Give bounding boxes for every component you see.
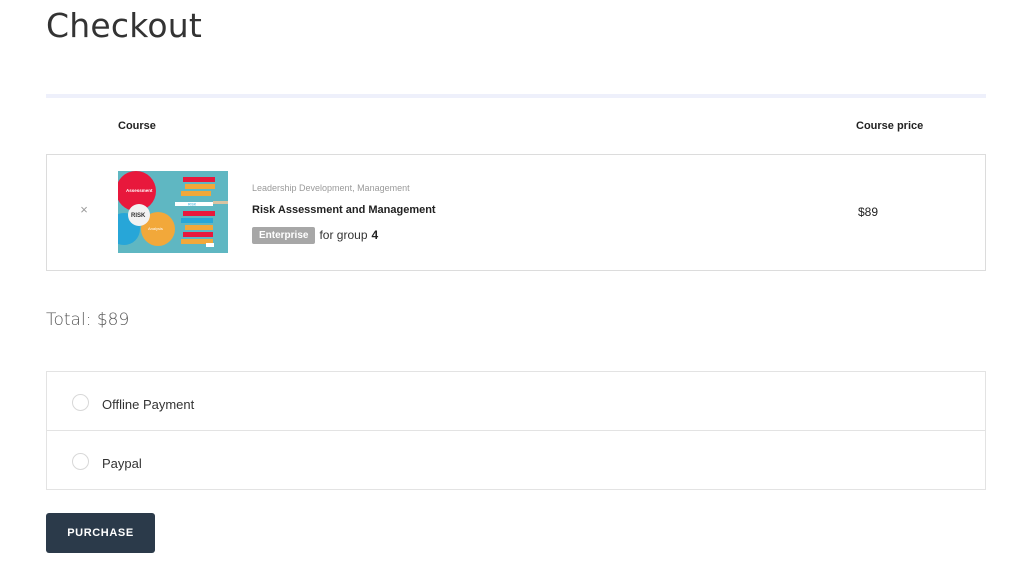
purchase-button[interactable]: PURCHASE <box>46 513 155 553</box>
offline-payment-radio[interactable] <box>72 394 89 411</box>
course-categories[interactable]: Leadership Development, Management <box>252 183 410 193</box>
payment-option-label: Offline Payment <box>102 397 195 412</box>
course-price: $89 <box>858 205 879 219</box>
payment-methods: Offline Payment Paypal <box>46 371 986 490</box>
svg-text:RISK: RISK <box>188 203 197 207</box>
risk-assessment-thumbnail-icon: Assessment Analysis RISK RISK <box>118 171 228 253</box>
paypal-radio[interactable] <box>72 453 89 470</box>
payment-option-paypal[interactable]: Paypal <box>47 431 985 489</box>
group-label: for group <box>319 228 368 242</box>
group-count: 4 <box>371 228 379 242</box>
svg-text:Assessment: Assessment <box>126 188 153 193</box>
payment-option-label: Paypal <box>102 456 142 471</box>
group-info: Enterprise for group 4 <box>252 226 378 244</box>
remove-item-icon[interactable]: × <box>77 202 91 218</box>
header-divider <box>46 94 986 98</box>
svg-text:RISK: RISK <box>131 213 146 219</box>
payment-option-offline[interactable]: Offline Payment <box>47 372 985 431</box>
column-header-course: Course <box>118 120 156 132</box>
order-total: Total: $89 <box>46 310 130 330</box>
cart-item-row: × Assessment Analysis RISK RISK Leadersh… <box>46 154 986 271</box>
page-title: Checkout <box>46 6 202 45</box>
svg-text:Analysis: Analysis <box>148 226 163 231</box>
enterprise-badge: Enterprise <box>252 226 316 244</box>
course-title[interactable]: Risk Assessment and Management <box>252 204 436 216</box>
course-thumbnail[interactable]: Assessment Analysis RISK RISK <box>118 171 228 253</box>
column-header-price: Course price <box>856 120 924 132</box>
